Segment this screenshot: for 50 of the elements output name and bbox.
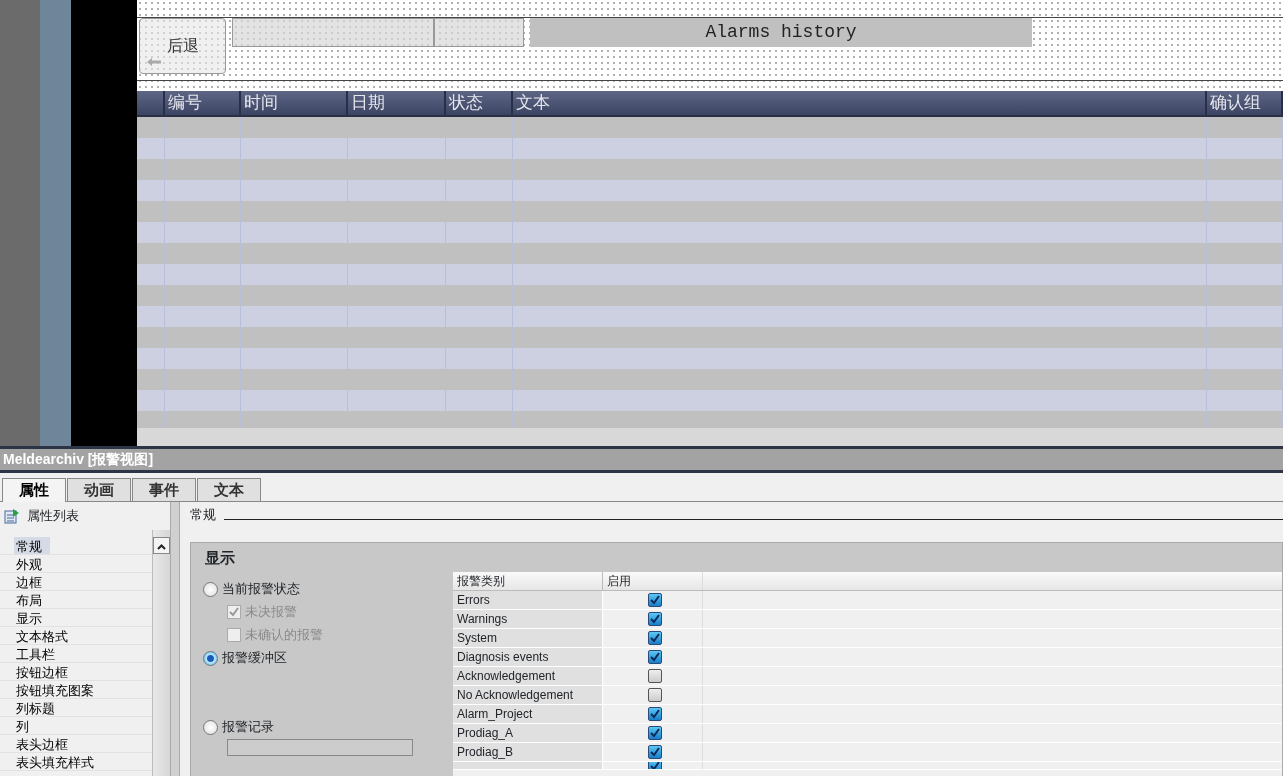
column-header[interactable]: 时间 — [241, 91, 348, 115]
table-cell: Prodiag_B — [453, 743, 603, 761]
option-label: 当前报警状态 — [222, 580, 300, 599]
property-list-icon — [4, 508, 21, 524]
tab[interactable]: 属性 — [2, 478, 66, 502]
column-header[interactable]: 日期 — [348, 91, 446, 115]
column-header[interactable]: 文本 — [513, 91, 1207, 115]
column-header[interactable]: 确认组 — [1207, 91, 1283, 115]
table-cell: Errors — [453, 591, 603, 609]
checkbox[interactable] — [647, 593, 662, 607]
table-cell: System — [453, 629, 603, 647]
checkbox[interactable] — [647, 650, 662, 664]
table-cell: Prodiag_A — [453, 724, 603, 742]
tab[interactable]: 文本 — [197, 478, 261, 501]
archive-field[interactable] — [227, 738, 413, 756]
column-header[interactable]: 启用 — [603, 572, 703, 590]
checkbox[interactable] — [647, 707, 662, 721]
option-label: 报警记录 — [222, 718, 274, 737]
checkbox[interactable] — [647, 688, 662, 702]
back-button[interactable]: 后退 — [139, 18, 226, 74]
checkbox[interactable] — [647, 726, 662, 740]
radio-button[interactable] — [203, 581, 218, 597]
table-cell: Warnings — [453, 610, 603, 628]
column-header[interactable]: 报警类别 — [453, 572, 603, 590]
inspector-title: Meldearchiv [报警视图] — [0, 446, 1283, 473]
radio-button[interactable] — [203, 650, 218, 666]
checkbox[interactable] — [647, 745, 662, 759]
table-cell: Alarm_Project — [453, 705, 603, 723]
column-header[interactable]: 状态 — [446, 91, 513, 115]
table-cell: Diagnosis events — [453, 648, 603, 666]
checkbox[interactable] — [647, 631, 662, 645]
back-arrow-icon — [146, 57, 162, 67]
sidebar-item[interactable]: 常规 — [0, 537, 152, 555]
option-label: 未确认的报警 — [245, 626, 323, 645]
column-header[interactable]: 编号 — [165, 91, 241, 115]
section-title: 常规 — [190, 505, 216, 524]
option-label: 报警缓冲区 — [222, 649, 287, 668]
scroll-up-icon[interactable] — [153, 537, 170, 554]
checkbox[interactable] — [647, 612, 662, 626]
scrollbar[interactable] — [152, 530, 170, 776]
checkbox[interactable] — [647, 669, 662, 683]
group-title: 显示 — [205, 548, 236, 568]
tab[interactable]: 事件 — [132, 478, 196, 501]
radio-button[interactable] — [203, 719, 218, 735]
table-cell: Acknowledgement — [453, 667, 603, 685]
screen-title: Alarms history — [530, 18, 1032, 47]
tab[interactable]: 动画 — [67, 478, 131, 501]
panel-header: 属性列表 — [27, 507, 79, 526]
table-cell: No Acknowledgement — [453, 686, 603, 704]
option-label: 未决报警 — [245, 603, 297, 622]
